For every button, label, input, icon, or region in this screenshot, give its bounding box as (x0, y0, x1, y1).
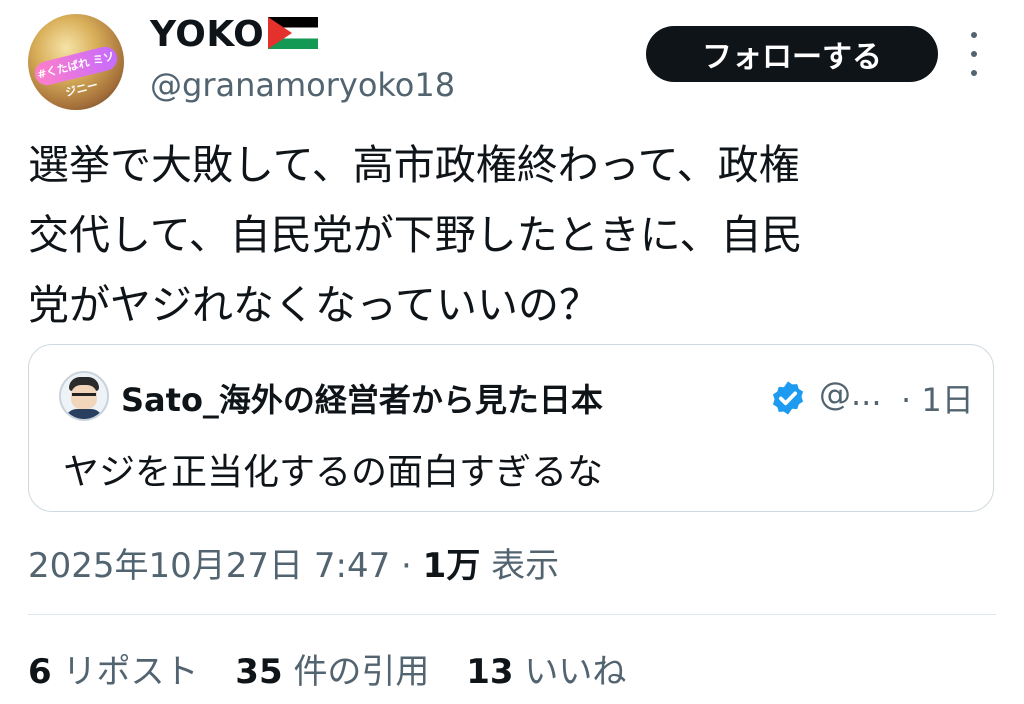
likes-label: いいね (524, 652, 627, 692)
reposts-count: 6 (28, 652, 52, 692)
tweet-meta: 2025年10月27日 7:47 · 1万 表示 (28, 538, 559, 587)
more-options-icon[interactable] (962, 32, 986, 76)
tweet-line: 交代して、自民党が下野したときに、自民 (28, 211, 803, 259)
quoted-author-handle: @... (819, 375, 882, 413)
reposts-stat[interactable]: 6 リポスト (28, 652, 198, 692)
avatar-badge: #くたばれ ミソジニー (32, 44, 120, 99)
likes-count: 13 (466, 652, 514, 692)
palestine-flag-icon (268, 17, 319, 49)
reposts-label: リポスト (62, 652, 199, 692)
author-display-name[interactable]: YOKO (150, 14, 319, 55)
views-label: 表示 (491, 546, 560, 586)
views-count: 1万 (422, 546, 481, 586)
tweet-text: 選挙で大敗して、高市政権終わって、政権 交代して、自民党が下野したときに、自民 … (28, 130, 978, 340)
quotes-label: 件の引用 (293, 652, 430, 692)
quoted-author-avatar[interactable] (59, 371, 109, 421)
avatar-body (65, 409, 103, 419)
verified-badge-icon (772, 381, 804, 415)
quoted-tweet-card[interactable]: Sato_海外の経営者から見た日本 @... · 1日 ヤジを正当化するの面白す… (28, 344, 994, 512)
tweet-line: 選挙で大敗して、高市政権終わって、政権 (28, 141, 800, 189)
tweet-line: 党がヤジれなくなっていいの？ (28, 281, 600, 329)
engagement-stats: 6 リポスト 35 件の引用 13 いいね (28, 644, 652, 693)
author-handle[interactable]: @granamoryoko18 (150, 66, 455, 104)
quotes-count: 35 (235, 652, 283, 692)
quoted-tweet-text: ヤジを正当化するの面白すぎるな (63, 452, 604, 493)
display-name-text: YOKO (150, 14, 265, 55)
more-dot (971, 32, 977, 38)
quoted-tweet-time[interactable]: · 1日 (901, 375, 974, 421)
divider (28, 614, 996, 615)
quoted-author-name[interactable]: Sato_海外の経営者から見た日本 (121, 375, 603, 421)
more-dot (971, 70, 977, 76)
follow-button[interactable]: フォローする (646, 26, 938, 82)
author-avatar[interactable]: #くたばれ ミソジニー (28, 14, 124, 110)
likes-stat[interactable]: 13 いいね (466, 652, 626, 692)
tweet-datetime[interactable]: 2025年10月27日 7:47 (28, 546, 390, 586)
meta-separator: · (390, 546, 423, 586)
avatar-glasses (72, 393, 96, 402)
quotes-stat[interactable]: 35 件の引用 (235, 652, 429, 692)
more-dot (971, 51, 977, 57)
